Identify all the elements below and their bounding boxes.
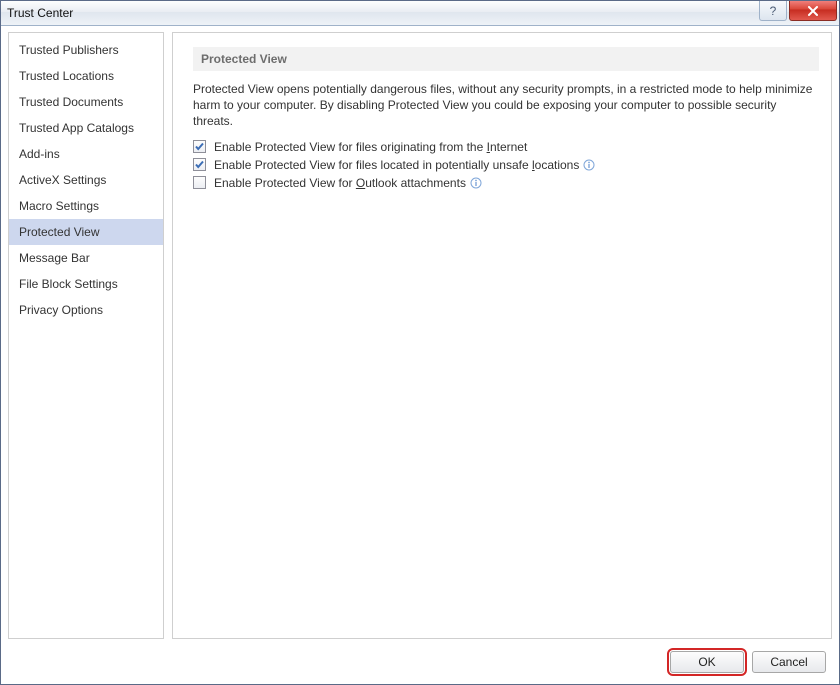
window-buttons: ? [759,1,837,21]
window-title: Trust Center [7,6,73,20]
sidebar-item-privacy-options[interactable]: Privacy Options [9,297,163,323]
close-icon [807,6,819,16]
sidebar-item-trusted-app-catalogs[interactable]: Trusted App Catalogs [9,115,163,141]
content-area: Trusted PublishersTrusted LocationsTrust… [8,32,832,639]
checkbox[interactable] [193,176,206,189]
option-label[interactable]: Enable Protected View for Outlook attach… [214,176,466,190]
option-label[interactable]: Enable Protected View for files originat… [214,140,527,154]
sidebar-item-message-bar[interactable]: Message Bar [9,245,163,271]
sidebar-item-macro-settings[interactable]: Macro Settings [9,193,163,219]
sidebar-item-add-ins[interactable]: Add-ins [9,141,163,167]
dialog-footer: OK Cancel [670,651,826,673]
sidebar-item-file-block-settings[interactable]: File Block Settings [9,271,163,297]
ok-button[interactable]: OK [670,651,744,673]
section-header: Protected View [193,47,819,71]
sidebar-item-trusted-locations[interactable]: Trusted Locations [9,63,163,89]
sidebar-item-trusted-publishers[interactable]: Trusted Publishers [9,37,163,63]
main-panel: Protected View Protected View opens pote… [172,32,832,639]
help-icon: ? [770,4,777,18]
checkbox[interactable] [193,158,206,171]
sidebar-item-protected-view[interactable]: Protected View [9,219,163,245]
sidebar-item-activex-settings[interactable]: ActiveX Settings [9,167,163,193]
options-group: Enable Protected View for files originat… [193,138,819,192]
sidebar-item-trusted-documents[interactable]: Trusted Documents [9,89,163,115]
info-icon[interactable] [583,159,595,171]
option-row: Enable Protected View for Outlook attach… [193,174,819,192]
option-label[interactable]: Enable Protected View for files located … [214,158,579,172]
cancel-button[interactable]: Cancel [752,651,826,673]
help-button[interactable]: ? [759,1,787,21]
checkbox[interactable] [193,140,206,153]
sidebar: Trusted PublishersTrusted LocationsTrust… [8,32,164,639]
option-row: Enable Protected View for files originat… [193,138,819,156]
close-button[interactable] [789,1,837,21]
info-icon[interactable] [470,177,482,189]
option-row: Enable Protected View for files located … [193,156,819,174]
title-bar: Trust Center ? [1,1,839,26]
section-description: Protected View opens potentially dangero… [193,81,819,130]
